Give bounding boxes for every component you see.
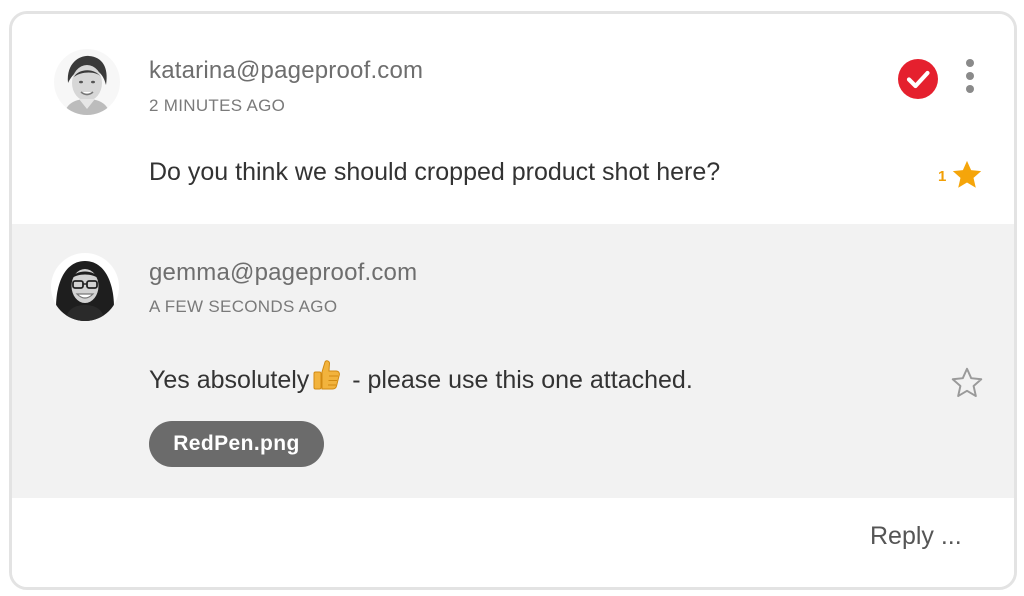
attachment-pill[interactable]: RedPen.png <box>149 421 324 467</box>
comment-timestamp: 2 MINUTES AGO <box>149 96 286 115</box>
comment-katarina: katarina@pageproof.com 2 MINUTES AGO Do … <box>12 14 1014 224</box>
comment-text: Do you think we should cropped product s… <box>149 158 721 186</box>
comment-card: katarina@pageproof.com 2 MINUTES AGO Do … <box>9 11 1017 590</box>
comment-text-start: Yes absolutely <box>149 366 310 394</box>
star-outline-icon[interactable] <box>949 365 985 401</box>
resolved-check-button[interactable] <box>898 59 938 99</box>
more-options-button[interactable] <box>956 56 984 96</box>
avatar-katarina <box>54 49 120 115</box>
comment-author: katarina@pageproof.com <box>149 57 424 84</box>
comment-text-end: - please use this one attached. <box>345 366 693 394</box>
more-dot <box>966 85 974 93</box>
comment-author: gemma@pageproof.com <box>149 259 418 286</box>
comment-timestamp: A FEW SECONDS AGO <box>149 297 338 316</box>
comment-gemma: gemma@pageproof.com A FEW SECONDS AGO Ye… <box>12 224 1014 498</box>
reply-button[interactable]: Reply ... <box>870 522 962 551</box>
star-count: 1 <box>938 168 947 185</box>
star-filled-icon[interactable] <box>950 158 984 192</box>
avatar-gemma <box>51 253 119 321</box>
more-dot <box>966 72 974 80</box>
check-circle-icon <box>906 70 930 89</box>
reply-area: Reply ... <box>12 498 1014 587</box>
thumbs-up-emoji <box>313 360 341 390</box>
more-vertical-icon <box>966 59 974 67</box>
comment-text: Yes absolutely - please use this one att… <box>149 359 693 395</box>
